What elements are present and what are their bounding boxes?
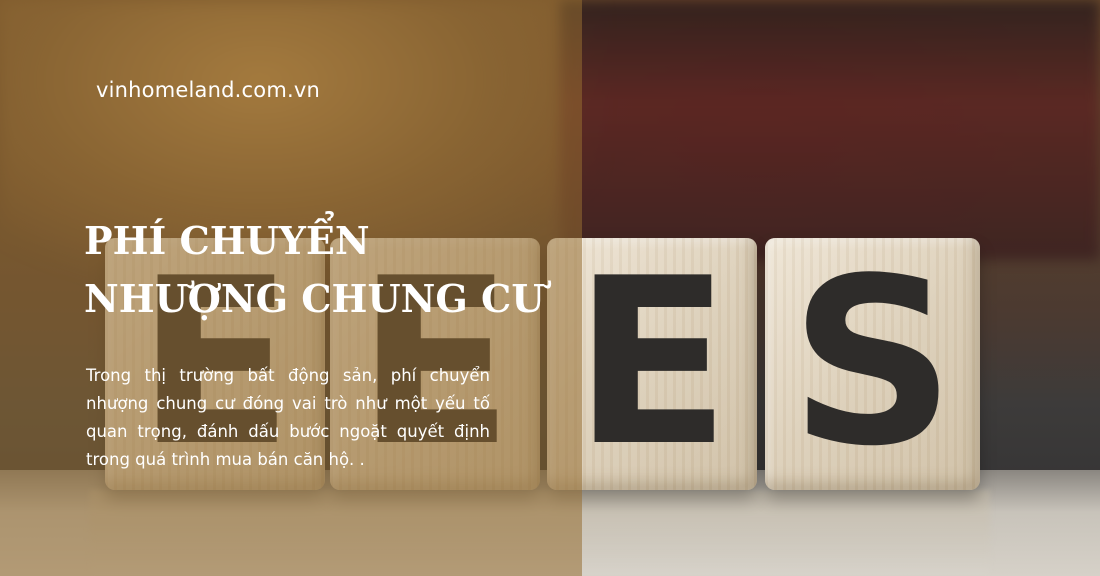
banner-image: E E E S vinhomeland.com.vn PHÍ CHUYỂN NH…	[0, 0, 1100, 576]
title-line-1: PHÍ CHUYỂN	[84, 218, 370, 263]
title-line-2: NHƯỢNG CHUNG CƯ	[84, 276, 545, 321]
background-blur-right	[560, 0, 1100, 260]
wooden-block-4: S	[765, 238, 980, 490]
page-title: PHÍ CHUYỂN NHƯỢNG CHUNG CƯ	[84, 212, 554, 328]
description-text: Trong thị trường bất động sản, phí chuyể…	[86, 366, 490, 469]
site-url: vinhomeland.com.vn	[96, 78, 320, 102]
block-letter: S	[789, 230, 956, 497]
